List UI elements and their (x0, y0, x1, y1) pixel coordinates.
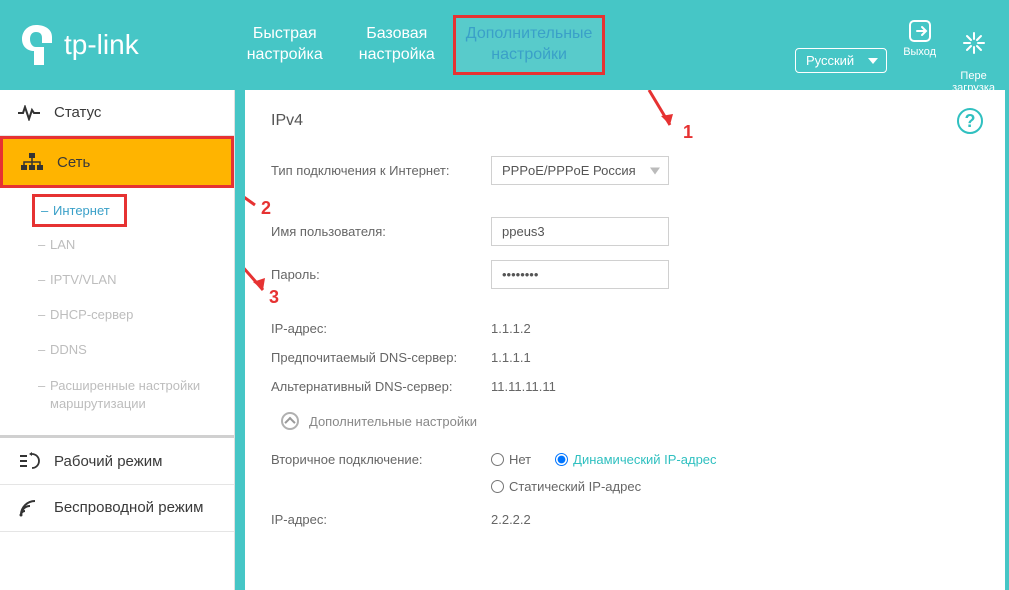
sidebar-item-wireless[interactable]: Беспроводной режим (0, 485, 234, 532)
sidebar-sub-internet[interactable]: Интернет (32, 194, 127, 227)
ip-label: IP-адрес: (271, 321, 491, 336)
sidebar-sub-ddns[interactable]: DDNS (0, 332, 234, 367)
tab-quick-setup[interactable]: Быстрая настройка (229, 24, 341, 66)
sidebar: Статус Сеть Интернет LAN IPTV/VLAN DHCP-… (0, 90, 235, 590)
header-right: Русский Выход Пере загрузка (795, 18, 995, 94)
main-tabs: Быстрая настройка Базовая настройка Допо… (229, 0, 606, 90)
logout-label: Выход (903, 46, 936, 58)
secondary-conn-label: Вторичное подключение: (271, 452, 491, 467)
conn-type-label: Тип подключения к Интернет: (271, 163, 491, 178)
logout-button[interactable]: Выход (903, 18, 936, 58)
advanced-settings-toggle[interactable]: Дополнительные настройки (281, 412, 979, 430)
network-icon (21, 153, 43, 171)
sidebar-sub-dhcp[interactable]: DHCP-сервер (0, 297, 234, 332)
conn-type-select[interactable]: PPPoE/PPPoE Россия (491, 156, 669, 185)
sidebar-item-opmode[interactable]: Рабочий режим (0, 438, 234, 485)
sec-ip-label: IP-адрес: (271, 512, 491, 527)
brand-logo: tp-link (0, 25, 139, 65)
sidebar-sub-routing[interactable]: Расширенные настройки маршрутизации (0, 367, 234, 423)
advanced-settings-label: Дополнительные настройки (309, 414, 477, 429)
dns2-value: 11.11.11.11 (491, 379, 556, 394)
section-title: IPv4 (271, 112, 979, 130)
password-label: Пароль: (271, 267, 491, 282)
reboot-button[interactable]: Пере загрузка (952, 18, 995, 94)
sidebar-network-subitems: Интернет LAN IPTV/VLAN DHCP-сервер DDNS … (0, 188, 234, 435)
sidebar-wireless-label: Беспроводной режим (54, 499, 203, 517)
pulse-icon (18, 105, 40, 121)
password-input[interactable] (491, 260, 669, 289)
reboot-icon (961, 30, 987, 56)
content-panel: ? IPv4 Тип подключения к Интернет: PPPoE… (245, 90, 1005, 590)
sidebar-opmode-label: Рабочий режим (54, 453, 162, 470)
sidebar-item-network[interactable]: Сеть (0, 136, 234, 188)
radio-dynamic-ip[interactable]: Динамический IP-адрес (555, 452, 716, 467)
help-button[interactable]: ? (957, 108, 983, 134)
dns2-label: Альтернативный DNS-сервер: (271, 379, 491, 394)
wifi-icon (18, 499, 40, 517)
tab-advanced-setup[interactable]: Дополнительные настройки (453, 15, 606, 75)
username-label: Имя пользователя: (271, 224, 491, 239)
header: tp-link Быстрая настройка Базовая настро… (0, 0, 1009, 90)
username-input[interactable] (491, 217, 669, 246)
dns1-label: Предпочитаемый DNS-сервер: (271, 350, 491, 365)
tplink-logo-icon (22, 25, 58, 65)
sidebar-status-label: Статус (54, 104, 101, 121)
radio-static-ip[interactable]: Статический IP-адрес (491, 479, 641, 494)
sidebar-sub-iptv[interactable]: IPTV/VLAN (0, 262, 234, 297)
mode-icon (18, 452, 40, 470)
sec-ip-value: 2.2.2.2 (491, 512, 531, 527)
tab-basic-setup[interactable]: Базовая настройка (341, 24, 453, 66)
sidebar-sub-lan[interactable]: LAN (0, 227, 234, 262)
sidebar-item-status[interactable]: Статус (0, 90, 234, 136)
annotation-2: 2 (261, 198, 271, 219)
brand-text: tp-link (64, 29, 139, 61)
logout-icon (907, 18, 933, 44)
ip-value: 1.1.1.2 (491, 321, 531, 336)
sidebar-network-label: Сеть (57, 154, 90, 171)
radio-none[interactable]: Нет (491, 452, 531, 467)
language-select[interactable]: Русский (795, 48, 887, 73)
chevron-up-icon (281, 412, 299, 430)
dns1-value: 1.1.1.1 (491, 350, 531, 365)
secondary-conn-radios: Нет Динамический IP-адрес (491, 452, 733, 467)
